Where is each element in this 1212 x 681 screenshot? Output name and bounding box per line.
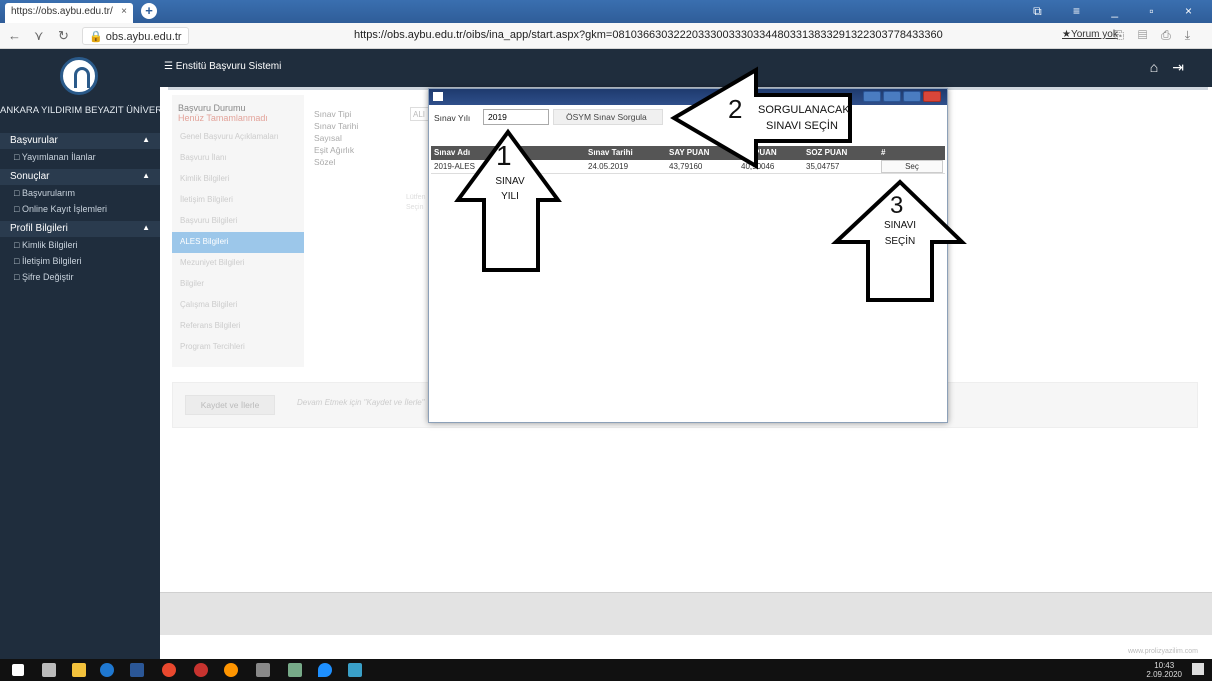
drop-icon[interactable]: [318, 663, 332, 677]
yandex-icon[interactable]: [194, 663, 208, 677]
annotation-label-1b: YILI: [501, 191, 519, 202]
clock-date: 2.09.2020: [1146, 670, 1182, 679]
annotation-number-1: 1: [496, 140, 512, 171]
notification-icon[interactable]: [1192, 663, 1204, 675]
windows-taskbar: 10:43 2.09.2020: [0, 659, 1212, 681]
annotation-arrow-2: [670, 66, 852, 170]
file-explorer-icon[interactable]: [72, 663, 86, 677]
app-icon[interactable]: [256, 663, 270, 677]
annotation-label-3a: SINAVI: [883, 220, 917, 231]
annotation-label-1a: SINAV: [495, 176, 525, 187]
word-icon[interactable]: [130, 663, 144, 677]
chrome-icon[interactable]: [162, 663, 176, 677]
annotation-number-2: 2: [728, 94, 743, 124]
start-icon[interactable]: [12, 664, 24, 676]
system-clock[interactable]: 10:43 2.09.2020: [1146, 661, 1182, 679]
firefox-icon[interactable]: [224, 663, 238, 677]
annotation-label-2a: SORGULANACAK: [758, 104, 850, 116]
task-view-icon[interactable]: [42, 663, 56, 677]
clock-time: 10:43: [1154, 661, 1175, 670]
annotation-label-2b: SINAVI SEÇİN: [766, 120, 838, 132]
annotation-number-3: 3: [890, 192, 904, 219]
annotation-overlay: [454, 66, 967, 302]
photos-icon[interactable]: [348, 663, 362, 677]
annotation-label-3b: SEÇİN: [884, 236, 916, 247]
calculator-icon[interactable]: [288, 663, 302, 677]
edge-icon[interactable]: [100, 663, 114, 677]
